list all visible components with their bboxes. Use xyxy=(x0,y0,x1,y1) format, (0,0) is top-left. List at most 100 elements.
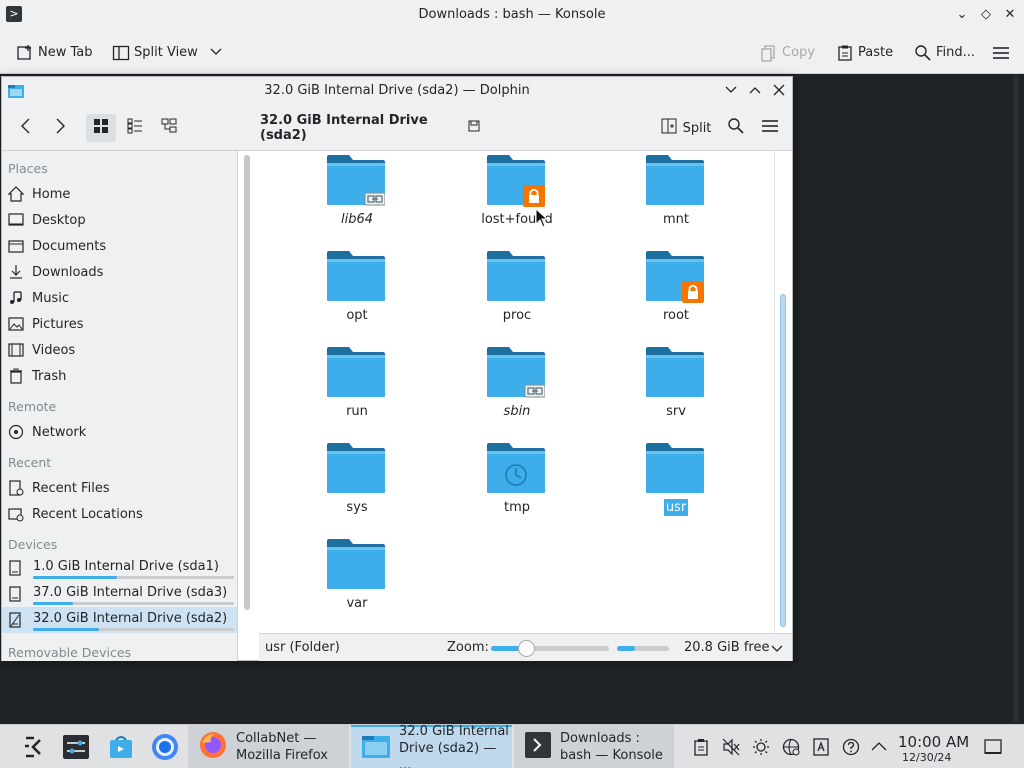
zoom-slider[interactable] xyxy=(491,640,609,657)
brightness-icon[interactable] xyxy=(752,738,770,756)
zoom-slider-handle[interactable] xyxy=(518,640,536,657)
breadcrumb[interactable]: 32.0 GiB Internal Drive (sda2) xyxy=(260,113,480,143)
sidebar-item-downloads[interactable]: Downloads xyxy=(2,259,237,285)
network-status-icon[interactable] xyxy=(782,738,800,756)
compact-view-button[interactable] xyxy=(120,114,150,142)
sidebar-item-sda1[interactable]: 1.0 GiB Internal Drive (sda1) xyxy=(2,555,237,581)
folder-item-root[interactable]: root xyxy=(606,245,746,335)
task-dolphin[interactable]: 32.0 GiB Internal Drive (sda2) — ... xyxy=(351,724,512,768)
copy-button[interactable]: Copy xyxy=(760,41,815,63)
sidebar-item-sda2[interactable]: 32.0 GiB Internal Drive (sda2) xyxy=(2,607,237,633)
drive-icon xyxy=(8,560,24,576)
folder-name: var xyxy=(346,596,368,611)
dolphin-window: 32.0 GiB Internal Drive (sda2) — Dolphin… xyxy=(1,76,793,661)
folder-item-usr[interactable]: usr xyxy=(606,437,746,527)
lock-icon xyxy=(682,281,704,303)
hamburger-menu-button[interactable] xyxy=(992,41,1009,63)
sidebar-item-recent-files[interactable]: Recent Files xyxy=(2,475,237,501)
details-view-button[interactable] xyxy=(154,114,184,142)
folder-item-opt[interactable]: opt xyxy=(287,245,427,335)
konsole-window-title: Downloads : bash — Konsole xyxy=(418,7,606,22)
volume-muted-icon[interactable] xyxy=(722,738,740,756)
close-icon[interactable] xyxy=(772,83,786,101)
search-button[interactable] xyxy=(722,114,750,142)
back-button[interactable] xyxy=(12,114,40,142)
sidebar-item-network[interactable]: Network xyxy=(2,419,237,445)
sidebar-item-music[interactable]: Music xyxy=(2,285,237,311)
new-tab-button[interactable]: New Tab xyxy=(16,41,93,63)
chevron-right-icon xyxy=(53,117,67,139)
split-button[interactable]: Split xyxy=(656,114,716,142)
free-space-label[interactable]: 20.8 GiB free xyxy=(684,640,769,655)
sidebar-item-pictures[interactable]: Pictures xyxy=(2,311,237,337)
show-desktop-icon[interactable] xyxy=(984,738,1002,756)
konsole-titlebar[interactable]: > Downloads : bash — Konsole ⌄ ◇ ✕ xyxy=(0,0,1024,30)
icons-view-button[interactable] xyxy=(86,114,116,142)
clock-date[interactable]: 12/30/24 xyxy=(902,751,951,764)
folder-icon xyxy=(327,347,385,397)
discover-icon[interactable] xyxy=(105,731,137,763)
input-method-icon[interactable] xyxy=(812,738,830,756)
folder-name: run xyxy=(346,404,368,419)
dolphin-titlebar[interactable]: 32.0 GiB Internal Drive (sda2) — Dolphin xyxy=(2,77,792,105)
paste-button[interactable]: Paste xyxy=(836,41,893,63)
folder-item-proc[interactable]: proc xyxy=(447,245,587,335)
folder-item-var[interactable]: var xyxy=(287,533,427,623)
application-launcher-icon[interactable] xyxy=(17,731,49,763)
scrollbar-thumb[interactable] xyxy=(780,294,786,627)
maximize-icon[interactable]: ◇ xyxy=(977,6,995,24)
chevron-down-icon[interactable] xyxy=(771,642,783,657)
folder-name: sys xyxy=(346,500,368,515)
sidebar-item-label: Pictures xyxy=(32,316,84,332)
sidebar-item-sda3[interactable]: 37.0 GiB Internal Drive (sda3) xyxy=(2,581,237,607)
sidebar-item-videos[interactable]: Videos xyxy=(2,337,237,363)
folder-view-scrollbar[interactable] xyxy=(774,151,792,633)
folder-item-sys[interactable]: sys xyxy=(287,437,427,527)
folder-item-mnt[interactable]: mnt xyxy=(606,151,746,239)
sidebar-item-recent-locations[interactable]: Recent Locations xyxy=(2,501,237,527)
forward-button[interactable] xyxy=(46,114,74,142)
dolphin-window-title: 32.0 GiB Internal Drive (sda2) — Dolphin xyxy=(264,83,530,98)
system-settings-icon[interactable] xyxy=(60,731,92,763)
sidebar-item-documents[interactable]: Documents xyxy=(2,233,237,259)
folder-view[interactable]: lib64 lost+found mnt opt proc root run sbin srv s… xyxy=(259,151,792,631)
folder-name: root xyxy=(662,308,690,323)
task-konsole[interactable]: Downloads : bash — Konsole xyxy=(514,725,674,768)
maximize-icon[interactable] xyxy=(748,83,762,101)
new-tab-icon xyxy=(16,44,32,60)
sidebar-item-label: Downloads xyxy=(32,264,104,280)
status-bar: usr (Folder) Zoom: 20.8 GiB free xyxy=(259,633,792,661)
copy-icon xyxy=(760,44,776,62)
folder-name: srv xyxy=(666,404,686,419)
device-label: 1.0 GiB Internal Drive (sda1) xyxy=(33,559,219,574)
sidebar-item-home[interactable]: Home xyxy=(2,181,237,207)
folder-item-sbin[interactable]: sbin xyxy=(447,341,587,431)
chromium-icon[interactable] xyxy=(149,731,181,763)
folder-name: tmp xyxy=(503,500,530,515)
folder-name: mnt xyxy=(663,212,689,227)
sidebar-item-label: Desktop xyxy=(32,212,86,228)
sidebar-item-trash[interactable]: Trash xyxy=(2,363,237,389)
sidebar-item-desktop[interactable]: Desktop xyxy=(2,207,237,233)
folder-item-srv[interactable]: srv xyxy=(606,341,746,431)
clipboard-icon[interactable] xyxy=(692,738,710,756)
task-firefox[interactable]: CollabNet — Mozilla Firefox xyxy=(188,725,349,768)
split-view-button[interactable]: Split View xyxy=(112,41,222,63)
konsole-scrollbar[interactable] xyxy=(1013,76,1019,722)
find-button[interactable]: Find... xyxy=(914,41,975,63)
folder-item-lib64[interactable]: lib64 xyxy=(287,151,427,239)
close-icon[interactable]: ✕ xyxy=(1001,6,1019,24)
folder-item-lost-found[interactable]: lost+found xyxy=(447,151,587,239)
status-text: usr (Folder) xyxy=(265,640,340,655)
help-icon[interactable] xyxy=(842,738,860,756)
chevron-up-icon[interactable] xyxy=(870,738,888,756)
minimize-icon[interactable] xyxy=(724,83,738,101)
clock-time[interactable]: 10:00 AM xyxy=(898,733,969,751)
hamburger-menu-button[interactable] xyxy=(756,114,784,142)
sidebar-scrollbar[interactable] xyxy=(242,155,252,663)
folder-item-run[interactable]: run xyxy=(287,341,427,431)
folder-item-tmp[interactable]: tmp xyxy=(447,437,587,527)
sidebar-item-label: Recent Locations xyxy=(32,506,143,522)
hamburger-menu-icon xyxy=(761,117,779,139)
minimize-icon[interactable]: ⌄ xyxy=(953,6,971,24)
